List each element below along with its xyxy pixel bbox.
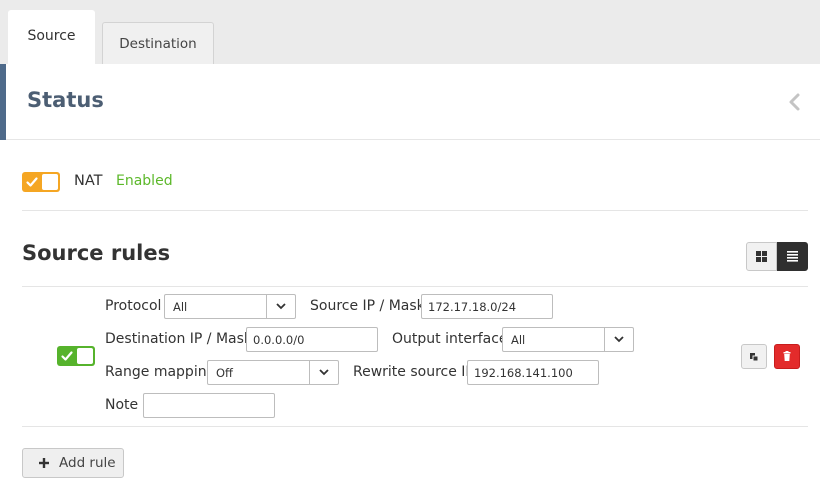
check-icon — [61, 351, 73, 361]
toggle-knob — [42, 174, 58, 190]
rewrite-source-ip-label: Rewrite source IP — [353, 364, 474, 380]
add-rule-button[interactable]: Add rule — [22, 448, 124, 478]
protocol-select[interactable]: All — [164, 294, 296, 319]
check-icon — [26, 177, 38, 187]
status-accent-bar — [0, 64, 6, 140]
rule-enabled-toggle[interactable] — [57, 346, 95, 366]
copy-rule-button[interactable] — [741, 344, 767, 369]
chevron-down-icon — [309, 361, 338, 384]
add-rule-label: Add rule — [59, 455, 116, 471]
output-interface-select[interactable]: All — [502, 327, 634, 352]
output-interface-value: All — [511, 333, 526, 347]
tab-bar: Source Destination — [0, 0, 820, 64]
grid-view-button[interactable] — [746, 242, 777, 271]
list-view-button[interactable] — [777, 242, 808, 271]
status-panel-header: Status — [0, 64, 820, 140]
protocol-label: Protocol — [105, 298, 162, 314]
range-mapping-select[interactable]: Off — [207, 360, 339, 385]
output-interface-label: Output interface — [392, 331, 508, 347]
chevron-down-icon — [266, 295, 295, 318]
list-view-icon — [787, 251, 798, 262]
destination-ip-label: Destination IP / Mask — [105, 331, 253, 347]
copy-icon — [750, 353, 759, 362]
source-ip-label: Source IP / Mask — [310, 298, 425, 314]
grid-view-icon — [756, 251, 767, 262]
tab-source[interactable]: Source — [8, 10, 95, 64]
plus-icon — [39, 458, 49, 468]
nat-label: NAT — [74, 173, 103, 189]
toggle-knob — [77, 348, 93, 364]
rewrite-source-ip-input[interactable] — [467, 360, 599, 385]
source-rules-title: Source rules — [22, 241, 171, 265]
nat-status-text: Enabled — [116, 173, 173, 189]
range-mapping-label: Range mapping — [105, 364, 216, 380]
chevron-left-icon[interactable] — [786, 91, 802, 113]
chevron-down-icon — [604, 328, 633, 351]
delete-rule-button[interactable] — [774, 344, 800, 369]
destination-ip-input[interactable] — [246, 327, 378, 352]
status-title: Status — [27, 88, 104, 112]
note-label: Note — [105, 397, 139, 413]
nat-toggle[interactable] — [22, 172, 60, 192]
note-input[interactable] — [143, 393, 275, 418]
divider — [22, 286, 808, 287]
range-mapping-value: Off — [216, 366, 233, 380]
source-ip-input[interactable] — [421, 294, 553, 319]
trash-icon — [783, 351, 791, 361]
divider — [22, 210, 808, 211]
divider — [22, 426, 808, 427]
tab-destination[interactable]: Destination — [102, 22, 214, 64]
protocol-value: All — [173, 300, 188, 314]
